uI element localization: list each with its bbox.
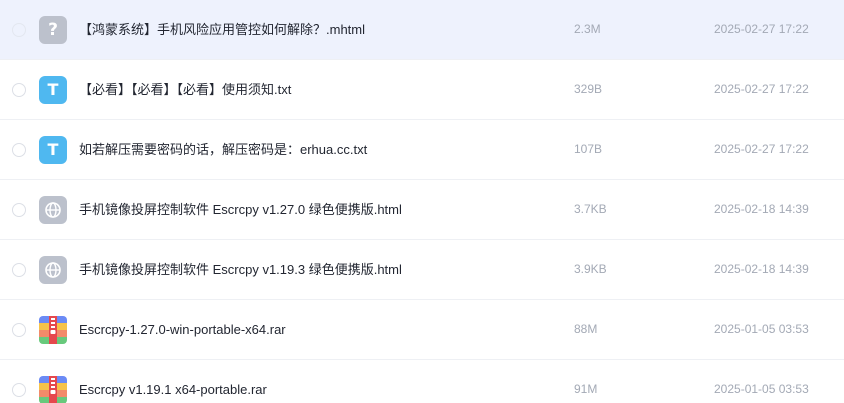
file-name[interactable]: 手机镜像投屏控制软件 Escrcpy v1.27.0 绿色便携版.html bbox=[79, 180, 402, 239]
file-row[interactable]: 手机镜像投屏控制软件 Escrcpy v1.27.0 绿色便携版.html 3.… bbox=[0, 180, 844, 240]
row-checkbox[interactable] bbox=[12, 262, 26, 277]
file-date: 2025-01-05 03:53 bbox=[714, 382, 809, 396]
txt-file-icon: T bbox=[39, 75, 67, 104]
file-row[interactable]: Escrcpy v1.19.1 x64-portable.rar 91M 202… bbox=[0, 360, 844, 403]
file-row[interactable]: ? 【鸿蒙系统】手机风险应用管控如何解除？.mhtml 2.3M 2025-02… bbox=[0, 0, 844, 60]
row-checkbox[interactable] bbox=[12, 142, 26, 157]
rar-archive-icon bbox=[39, 315, 67, 344]
file-size: 3.7KB bbox=[574, 202, 607, 216]
web-file-icon bbox=[39, 255, 67, 284]
file-size: 3.9KB bbox=[574, 262, 607, 276]
file-name[interactable]: 【必看】【必看】【必看】使用须知.txt bbox=[79, 60, 291, 119]
file-date: 2025-02-18 14:39 bbox=[714, 202, 809, 216]
file-row[interactable]: T 如若解压需要密码的话，解压密码是：erhua.cc.txt 107B 202… bbox=[0, 120, 844, 180]
file-size: 107B bbox=[574, 142, 603, 156]
file-name[interactable]: Escrcpy v1.19.1 x64-portable.rar bbox=[79, 360, 267, 403]
file-date: 2025-02-27 17:22 bbox=[714, 22, 809, 36]
file-size: 88M bbox=[574, 322, 598, 336]
file-date: 2025-02-27 17:22 bbox=[714, 142, 809, 156]
web-file-icon bbox=[39, 195, 67, 224]
file-row[interactable]: 手机镜像投屏控制软件 Escrcpy v1.19.3 绿色便携版.html 3.… bbox=[0, 240, 844, 300]
file-date: 2025-02-27 17:22 bbox=[714, 82, 809, 96]
file-name[interactable]: 【鸿蒙系统】手机风险应用管控如何解除？.mhtml bbox=[79, 0, 365, 59]
file-list: ? 【鸿蒙系统】手机风险应用管控如何解除？.mhtml 2.3M 2025-02… bbox=[0, 0, 844, 403]
file-date: 2025-01-05 03:53 bbox=[714, 322, 809, 336]
file-size: 329B bbox=[574, 82, 603, 96]
rar-archive-icon bbox=[39, 375, 67, 403]
file-name[interactable]: Escrcpy-1.27.0-win-portable-x64.rar bbox=[79, 300, 286, 359]
file-date: 2025-02-18 14:39 bbox=[714, 262, 809, 276]
file-name[interactable]: 手机镜像投屏控制软件 Escrcpy v1.19.3 绿色便携版.html bbox=[79, 240, 402, 299]
file-row[interactable]: Escrcpy-1.27.0-win-portable-x64.rar 88M … bbox=[0, 300, 844, 360]
txt-file-icon: T bbox=[39, 135, 67, 164]
row-checkbox[interactable] bbox=[12, 382, 26, 397]
row-checkbox[interactable] bbox=[12, 22, 26, 37]
file-row[interactable]: T 【必看】【必看】【必看】使用须知.txt 329B 2025-02-27 1… bbox=[0, 60, 844, 120]
unknown-file-icon: ? bbox=[39, 15, 67, 44]
row-checkbox[interactable] bbox=[12, 322, 26, 337]
file-size: 2.3M bbox=[574, 22, 601, 36]
row-checkbox[interactable] bbox=[12, 202, 26, 217]
row-checkbox[interactable] bbox=[12, 82, 26, 97]
file-size: 91M bbox=[574, 382, 598, 396]
file-name[interactable]: 如若解压需要密码的话，解压密码是：erhua.cc.txt bbox=[79, 120, 367, 179]
